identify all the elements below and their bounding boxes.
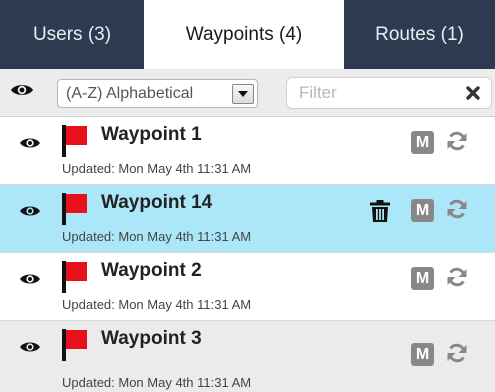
sort-order-select[interactable]: (A-Z) Alphabetical (57, 79, 258, 108)
waypoint-name[interactable]: Waypoint 14 (101, 192, 212, 214)
waypoint-updated: Updated: Mon May 4th 11:31 AM (62, 297, 252, 312)
waypoint-name[interactable]: Waypoint 1 (101, 124, 202, 146)
waypoint-flag-icon (62, 329, 87, 361)
waypoint-updated: Updated: Mon May 4th 11:31 AM (62, 375, 252, 390)
waypoint-row[interactable]: Waypoint 2 Updated: Mon May 4th 11:31 AM… (0, 253, 495, 321)
visibility-eye-icon[interactable] (19, 204, 41, 218)
waypoint-name[interactable]: Waypoint 3 (101, 328, 202, 350)
waypoints-panel: Users (3) Waypoints (4) Routes (1) (A-Z)… (0, 0, 495, 392)
list-toolbar: (A-Z) Alphabetical (0, 69, 495, 117)
waypoint-row-selected[interactable]: Waypoint 14 Updated: Mon May 4th 11:31 A… (0, 185, 495, 253)
mark-button[interactable]: M (411, 131, 434, 154)
tab-bar: Users (3) Waypoints (4) Routes (1) (0, 0, 495, 69)
tab-routes[interactable]: Routes (1) (344, 0, 495, 69)
mark-button[interactable]: M (411, 199, 434, 222)
filter-field (286, 77, 492, 109)
sort-order-value: (A-Z) Alphabetical (66, 84, 194, 102)
visibility-eye-icon[interactable] (19, 136, 41, 150)
refresh-icon[interactable] (446, 266, 468, 288)
toggle-all-visibility-eye-icon[interactable] (10, 82, 34, 98)
waypoint-row[interactable]: Waypoint 3 Updated: Mon May 4th 11:31 AM… (0, 321, 495, 392)
waypoint-flag-icon (62, 193, 87, 225)
waypoint-updated: Updated: Mon May 4th 11:31 AM (62, 161, 252, 176)
tab-users[interactable]: Users (3) (0, 0, 144, 69)
visibility-eye-icon[interactable] (19, 272, 41, 286)
tab-waypoints[interactable]: Waypoints (4) (144, 0, 344, 69)
trash-icon[interactable] (370, 200, 390, 222)
mark-button[interactable]: M (411, 267, 434, 290)
visibility-eye-icon[interactable] (19, 340, 41, 354)
refresh-icon[interactable] (446, 342, 468, 364)
chevron-down-icon[interactable] (232, 84, 254, 104)
waypoint-flag-icon (62, 125, 87, 157)
waypoint-name[interactable]: Waypoint 2 (101, 260, 202, 282)
filter-input[interactable] (287, 78, 457, 108)
refresh-icon[interactable] (446, 198, 468, 220)
refresh-icon[interactable] (446, 130, 468, 152)
waypoint-flag-icon (62, 261, 87, 293)
clear-filter-icon[interactable] (465, 85, 481, 101)
waypoint-row[interactable]: Waypoint 1 Updated: Mon May 4th 11:31 AM… (0, 117, 495, 185)
mark-button[interactable]: M (411, 343, 434, 366)
waypoint-updated: Updated: Mon May 4th 11:31 AM (62, 229, 252, 244)
